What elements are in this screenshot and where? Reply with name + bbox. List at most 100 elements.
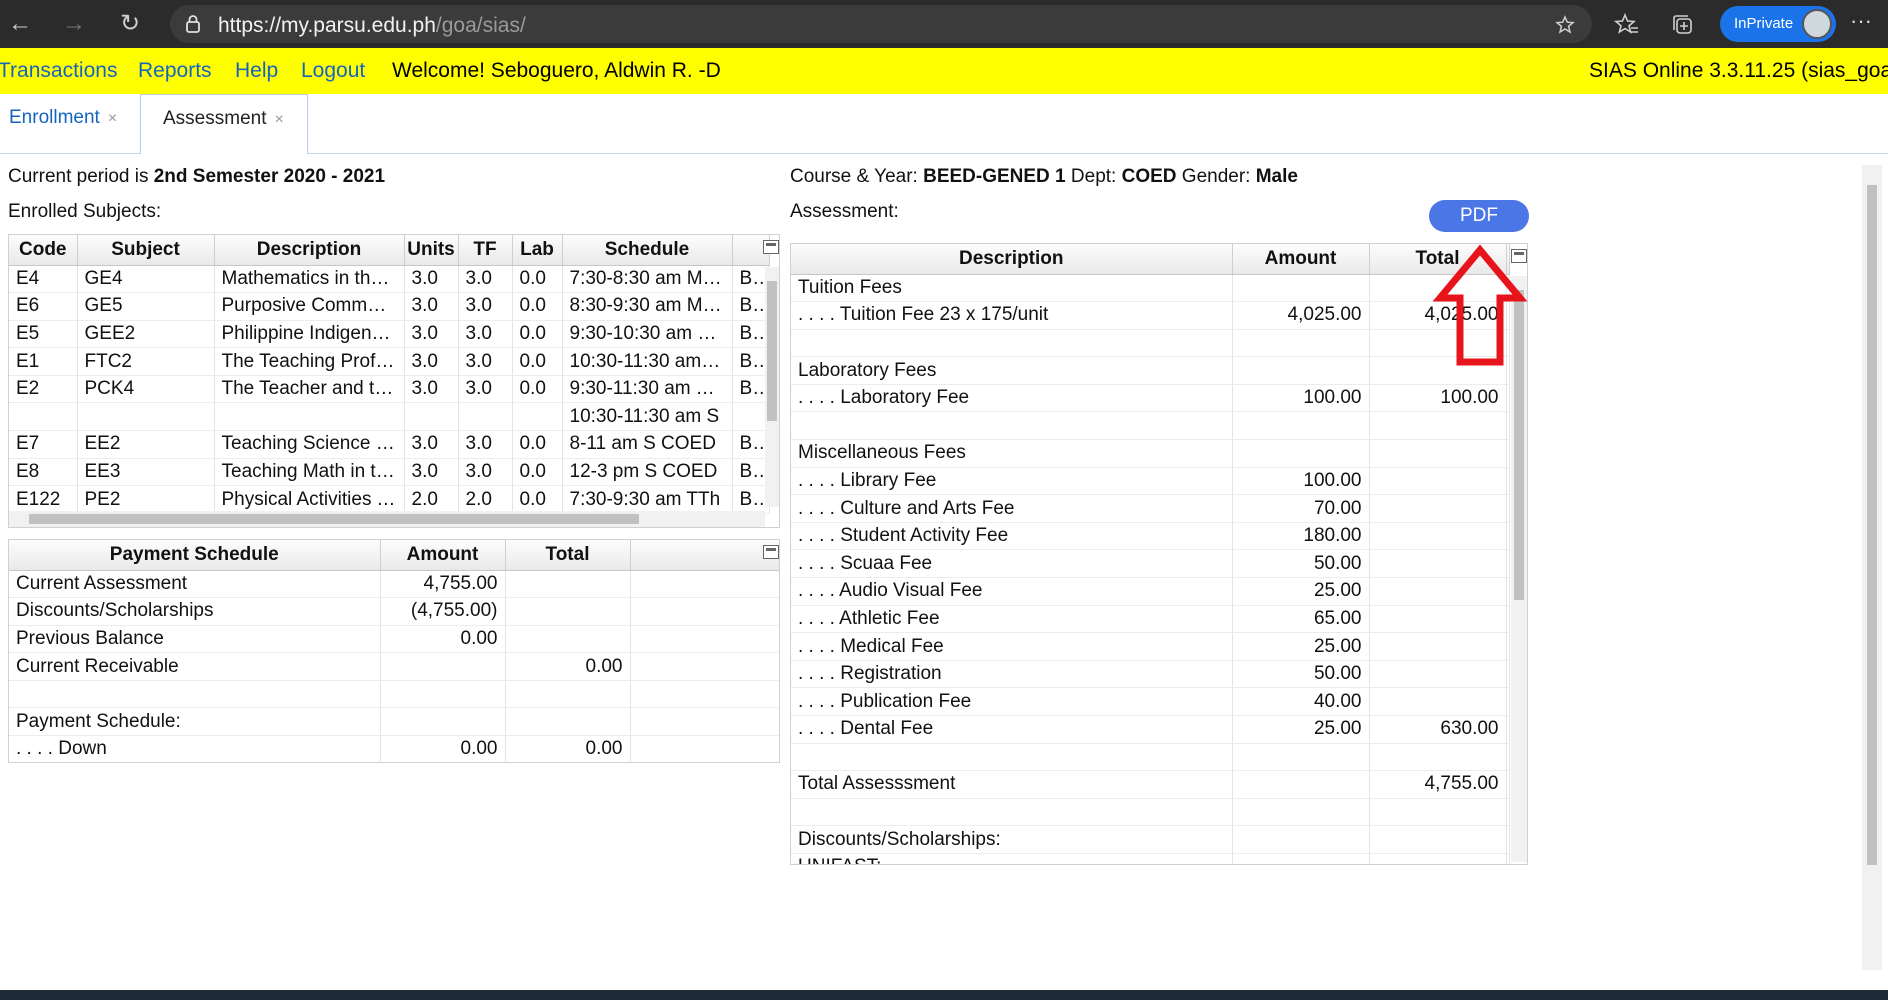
table-row[interactable]: . . . . Medical Fee 25.00 bbox=[791, 632, 1510, 661]
subjects-table: Code Subject Description Units TF Lab Schedule… bbox=[9, 235, 770, 514]
close-icon[interactable]: × bbox=[108, 110, 117, 127]
table-cell: 0.0 bbox=[512, 485, 563, 514]
table-row[interactable]: . . . . Dental Fee 25.00 630.00 bbox=[791, 715, 1510, 744]
favorites-icon[interactable] bbox=[1614, 12, 1640, 38]
table-row[interactable]: . . . . Down 0.00 0.00 bbox=[9, 735, 779, 762]
table-row[interactable]: Laboratory Fees bbox=[791, 356, 1510, 385]
table-cell bbox=[1369, 467, 1507, 496]
table-row[interactable]: Current Assessment 4,755.00 bbox=[9, 570, 779, 599]
table-row[interactable]: E5GEE2Philippine Indigenous Communities3… bbox=[9, 320, 770, 349]
table-row[interactable]: Discounts/Scholarships (4,755.00) bbox=[9, 597, 779, 626]
page-scroll-thumb[interactable] bbox=[1867, 185, 1877, 865]
table-row[interactable]: E2PCK4The Teacher and the Community3.03.… bbox=[9, 375, 770, 404]
table-row[interactable]: Discounts/Scholarships: bbox=[791, 825, 1510, 854]
payment-body: Current Assessment 4,755.00 Discounts/Scho… bbox=[9, 570, 779, 762]
assessment-label: Assessment: bbox=[790, 201, 899, 222]
table-row[interactable]: . . . . Laboratory Fee 100.00 100.00 bbox=[791, 384, 1510, 413]
address-bar[interactable]: https://my.parsu.edu.ph/goa/sias/ bbox=[170, 5, 1592, 43]
table-row[interactable]: UNIFAST: bbox=[791, 853, 1510, 864]
menu-logout[interactable]: Logout bbox=[301, 59, 365, 83]
table-row[interactable]: Total Assesssment 4,755.00 bbox=[791, 770, 1510, 799]
table-row[interactable]: E122PE2Physical Activities Towards Healt… bbox=[9, 485, 770, 514]
table-row[interactable]: Previous Balance 0.00 bbox=[9, 625, 779, 654]
inprivate-badge[interactable]: InPrivate bbox=[1720, 6, 1836, 42]
table-row[interactable]: Miscellaneous Fees bbox=[791, 439, 1510, 468]
collections-icon[interactable] bbox=[1670, 12, 1696, 38]
table-row[interactable]: Current Receivable 0.00 bbox=[9, 652, 779, 681]
forward-icon[interactable]: → bbox=[56, 8, 92, 40]
table-row[interactable] bbox=[791, 798, 1510, 827]
table-row[interactable]: E6GE5Purposive Communication3.03.00.08:3… bbox=[9, 292, 770, 321]
tab-assessment[interactable]: Assessment × bbox=[140, 94, 308, 155]
table-cell bbox=[1506, 605, 1510, 634]
menu-help[interactable]: Help bbox=[235, 59, 278, 83]
table-row[interactable]: 10:30-11:30 am S bbox=[9, 402, 770, 432]
table-cell: Teaching Science in the Elementary bbox=[214, 430, 405, 459]
table-row[interactable]: . . . . Tuition Fee 23 x 175/unit 4,025.0… bbox=[791, 301, 1510, 330]
table-row[interactable]: Payment Schedule: bbox=[9, 707, 779, 737]
table-cell: 0.0 bbox=[512, 292, 563, 321]
add-favorite-icon[interactable] bbox=[1555, 15, 1575, 35]
column-header: Schedule bbox=[562, 235, 733, 266]
table-cell: Tuition Fees bbox=[791, 274, 1233, 303]
page-vertical-scrollbar[interactable] bbox=[1862, 165, 1882, 970]
table-cell: (4,755.00) bbox=[380, 597, 506, 626]
table-row[interactable]: . . . . Scuaa Fee 50.00 bbox=[791, 549, 1510, 579]
table-cell bbox=[1232, 274, 1370, 303]
table-cell: 3.0 bbox=[404, 375, 459, 404]
table-cell bbox=[1369, 522, 1507, 551]
table-cell bbox=[1506, 770, 1510, 799]
back-icon[interactable]: ← bbox=[2, 8, 38, 40]
column-picker-icon[interactable] bbox=[763, 240, 779, 254]
subjects-vertical-scrollbar[interactable] bbox=[765, 267, 779, 507]
inprivate-label: InPrivate bbox=[1734, 15, 1794, 32]
table-cell: BE bbox=[732, 430, 770, 459]
column-picker-icon[interactable] bbox=[763, 545, 779, 559]
table-cell: E8 bbox=[9, 458, 78, 487]
table-row[interactable] bbox=[791, 329, 1510, 358]
table-cell bbox=[1506, 660, 1510, 689]
table-row[interactable]: . . . . Library Fee 100.00 bbox=[791, 467, 1510, 496]
subjects-horizontal-scrollbar[interactable] bbox=[9, 511, 765, 527]
table-cell: E122 bbox=[9, 485, 78, 514]
app-version: SIAS Online 3.3.11.25 (sias_goa bbox=[1589, 59, 1888, 82]
table-cell: 3.0 bbox=[458, 458, 513, 487]
table-cell: 4,755.00 bbox=[380, 570, 506, 599]
menu-transactions[interactable]: Transactions bbox=[0, 59, 117, 83]
course-value: BEED-GENED 1 bbox=[923, 166, 1066, 187]
table-cell bbox=[505, 680, 631, 709]
close-icon[interactable]: × bbox=[274, 111, 283, 128]
scroll-thumb[interactable] bbox=[29, 514, 639, 524]
table-row[interactable]: E4GE4Mathematics in the Modern World3.03… bbox=[9, 265, 770, 294]
table-cell bbox=[505, 570, 631, 599]
table-row[interactable]: . . . . Audio Visual Fee 25.00 bbox=[791, 577, 1510, 606]
refresh-icon[interactable]: ↻ bbox=[112, 8, 148, 40]
tab-enrollment[interactable]: Enrollment × bbox=[0, 94, 136, 154]
scroll-thumb[interactable] bbox=[767, 281, 777, 421]
table-cell: E7 bbox=[9, 430, 78, 459]
lock-icon bbox=[186, 15, 200, 33]
table-row[interactable]: . . . . Athletic Fee 65.00 bbox=[791, 605, 1510, 634]
table-row[interactable]: E7EE2Teaching Science in the Elementary3… bbox=[9, 430, 770, 459]
table-row[interactable]: . . . . Student Activity Fee 180.00 bbox=[791, 522, 1510, 551]
menu-reports[interactable]: Reports bbox=[138, 59, 212, 83]
table-cell bbox=[1369, 743, 1507, 772]
table-row[interactable] bbox=[791, 411, 1510, 441]
gender-label: Gender: bbox=[1176, 166, 1256, 187]
table-row[interactable]: E1FTC2The Teaching Profession3.03.00.010… bbox=[9, 347, 770, 376]
table-row[interactable] bbox=[791, 743, 1510, 772]
table-row[interactable]: . . . . Culture and Arts Fee 70.00 bbox=[791, 494, 1510, 523]
pdf-button[interactable]: PDF bbox=[1429, 200, 1529, 232]
table-cell bbox=[214, 402, 405, 432]
table-cell bbox=[1506, 439, 1510, 468]
more-options-icon[interactable]: ··· bbox=[1850, 8, 1872, 34]
table-row[interactable]: . . . . Registration 50.00 bbox=[791, 660, 1510, 689]
table-cell bbox=[1506, 577, 1510, 606]
table-cell: 3.0 bbox=[404, 265, 459, 294]
table-row[interactable]: Tuition Fees bbox=[791, 274, 1510, 303]
table-row[interactable] bbox=[9, 680, 779, 709]
table-row[interactable]: . . . . Publication Fee 40.00 bbox=[791, 687, 1510, 716]
table-cell: Current Receivable bbox=[9, 652, 381, 681]
table-row[interactable]: E8EE3Teaching Math in the Primary3.03.00… bbox=[9, 458, 770, 487]
table-cell: 0.00 bbox=[380, 625, 506, 654]
